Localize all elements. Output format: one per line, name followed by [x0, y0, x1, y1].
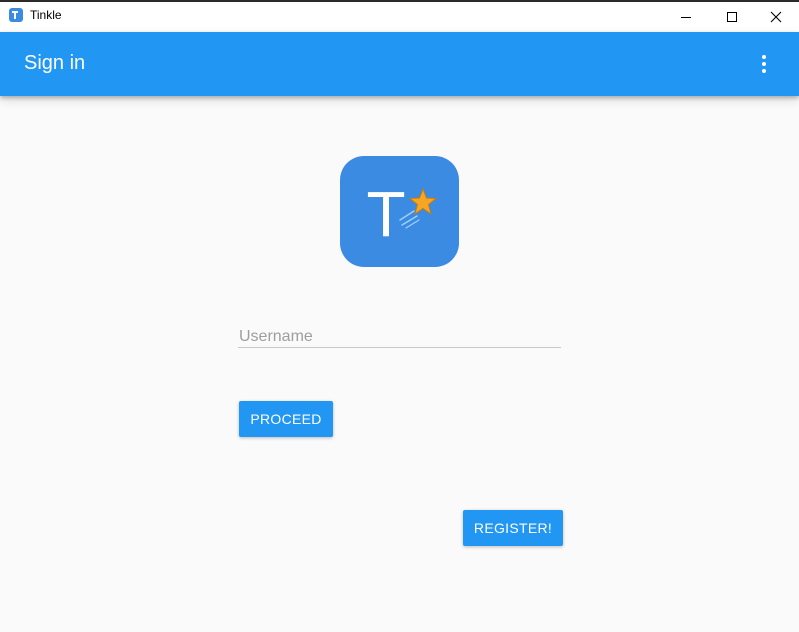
logo-letter: T — [366, 178, 405, 250]
app-icon — [9, 8, 23, 22]
app-bar: Sign in — [0, 32, 799, 96]
register-button[interactable]: REGISTER! — [463, 510, 563, 546]
more-vert-icon[interactable] — [750, 50, 778, 78]
page-title: Sign in — [24, 52, 86, 74]
close-icon — [770, 11, 782, 23]
maximize-icon — [727, 12, 737, 22]
proceed-button[interactable]: PROCEED — [239, 401, 333, 437]
window-titlebar[interactable]: Tinkle — [0, 0, 799, 32]
window-title: Tinkle — [30, 8, 62, 22]
maximize-button[interactable] — [709, 2, 755, 32]
app-logo: T — [340, 156, 459, 267]
app-window: Tinkle Sign in T PROCE — [0, 0, 799, 632]
close-button[interactable] — [753, 2, 799, 32]
minimize-button[interactable] — [663, 2, 709, 32]
username-input[interactable] — [238, 326, 561, 348]
minimize-icon — [681, 16, 691, 18]
